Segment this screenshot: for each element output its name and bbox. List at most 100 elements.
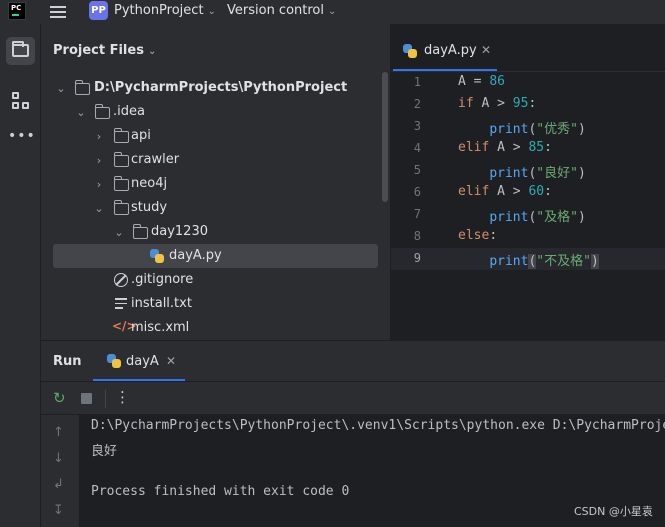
- tree-item-root[interactable]: ⌄ D:\PycharmProjects\PythonProject: [41, 76, 390, 100]
- vcs-selector[interactable]: Version control ⌄: [227, 3, 336, 18]
- tree-item-crawler[interactable]: › crawler: [41, 148, 390, 172]
- code-line: 6 elif A > 60:: [391, 182, 665, 204]
- tree-item-label: install.txt: [131, 296, 192, 311]
- structure-tool-button[interactable]: [6, 87, 35, 115]
- run-toolbar: ↻ ⋮: [41, 381, 665, 415]
- code-text: A = 86: [458, 74, 505, 89]
- project-panel-title[interactable]: Project Files ⌄: [53, 43, 156, 58]
- run-panel-title: Run: [53, 354, 82, 369]
- python-file-icon: [150, 249, 164, 263]
- code-line: 2 if A > 95:: [391, 94, 665, 116]
- code-line: 5 print("良好"): [391, 160, 665, 182]
- tree-item-label: day1230: [151, 224, 208, 239]
- python-file-icon: [403, 44, 417, 58]
- project-panel: Project Files ⌄ ⌄ D:\PycharmProjects\Pyth…: [41, 24, 391, 340]
- more-options-icon[interactable]: ⋮: [115, 388, 130, 406]
- code-line-current: 9 print("不及格"): [391, 248, 665, 270]
- folder-icon: [113, 128, 129, 143]
- code-text: elif A > 60:: [458, 184, 552, 199]
- close-icon[interactable]: ✕: [481, 43, 491, 57]
- close-icon[interactable]: ✕: [166, 354, 176, 368]
- folder-icon: [113, 152, 129, 167]
- code-line: 4 elif A > 85:: [391, 138, 665, 160]
- project-name: PythonProject: [114, 3, 204, 18]
- collapse-arrow-icon[interactable]: ›: [93, 178, 105, 191]
- pycharm-logo-icon[interactable]: PC: [8, 2, 26, 20]
- expand-arrow-icon[interactable]: ⌄: [75, 106, 87, 119]
- project-selector[interactable]: PythonProject ⌄: [114, 3, 216, 18]
- tree-item-neo4j[interactable]: › neo4j: [41, 172, 390, 196]
- tree-item-install-txt[interactable]: install.txt: [41, 292, 390, 316]
- toolbar-divider: [105, 390, 106, 408]
- expand-arrow-icon[interactable]: ⌄: [113, 226, 125, 239]
- python-file-icon: [107, 354, 121, 368]
- line-number: 6: [413, 185, 421, 199]
- line-number: 1: [413, 75, 421, 89]
- editor-tab-daya[interactable]: dayA.py ✕: [391, 24, 499, 72]
- console-line: Process finished with exit code 0: [91, 484, 350, 499]
- line-number: 5: [413, 163, 421, 177]
- folder-icon: [132, 224, 148, 239]
- code-line: 7 print("及格"): [391, 204, 665, 226]
- tree-item-label: dayA.py: [169, 248, 222, 263]
- ignore-file-icon: [114, 273, 128, 287]
- code-text: print("优秀"): [489, 122, 586, 137]
- scroll-up-icon[interactable]: ↑: [53, 425, 64, 440]
- project-tool-button[interactable]: [6, 37, 35, 65]
- stop-icon[interactable]: [81, 393, 92, 404]
- scroll-to-end-icon[interactable]: ↧: [53, 503, 64, 518]
- tree-item-day1230[interactable]: ⌄ day1230: [41, 220, 390, 244]
- tree-item-label: study: [131, 200, 168, 215]
- code-text: elif A > 85:: [458, 140, 552, 155]
- tree-item-api[interactable]: › api: [41, 124, 390, 148]
- collapse-arrow-icon[interactable]: ›: [93, 154, 105, 167]
- text-file-icon: [115, 298, 127, 312]
- tree-item-label: misc.xml: [131, 320, 190, 335]
- soft-wrap-icon[interactable]: ↲: [53, 477, 64, 492]
- run-tab-label: dayA: [126, 354, 159, 369]
- code-text: print("不及格"): [489, 254, 599, 269]
- folder-icon: [94, 104, 110, 119]
- tree-item-misc-xml[interactable]: </> misc.xml: [41, 316, 390, 340]
- more-tools-icon[interactable]: •••: [8, 128, 36, 144]
- tree-item-label: api: [131, 128, 151, 143]
- tree-item-label: neo4j: [131, 176, 168, 191]
- code-text: if A > 95:: [458, 96, 537, 111]
- code-line: 8 else:: [391, 226, 665, 248]
- expand-arrow-icon[interactable]: ⌄: [93, 202, 105, 215]
- code-area[interactable]: 1 A = 86 2 if A > 95: 3 print("优秀") 4 el…: [391, 72, 665, 340]
- editor-tab-label: dayA.py: [424, 43, 477, 58]
- active-tab-indicator: [393, 69, 497, 71]
- console-sidebar: ↑ ↓ ↲ ↧: [41, 415, 79, 527]
- console-line: D:\PycharmProjects\PythonProject\.venv1\…: [91, 418, 665, 433]
- project-scrollbar[interactable]: [382, 72, 388, 202]
- code-text: else:: [458, 228, 498, 243]
- tree-item-idea[interactable]: ⌄ .idea: [41, 100, 390, 124]
- code-text: print("良好"): [489, 166, 586, 181]
- console-line: 良好: [91, 444, 118, 459]
- code-line: 1 A = 86: [391, 72, 665, 94]
- line-number: 7: [413, 207, 421, 221]
- tree-item-label: D:\PycharmProjects\PythonProject: [94, 80, 348, 95]
- scroll-down-icon[interactable]: ↓: [53, 451, 64, 466]
- folder-icon: [74, 80, 90, 95]
- run-panel-header: Run dayA ✕: [41, 340, 665, 381]
- logo-text: PC: [11, 4, 22, 12]
- project-badge[interactable]: PP: [89, 1, 108, 20]
- main-menu-icon[interactable]: [50, 4, 68, 20]
- editor: dayA.py ✕ 1 A = 86 2 if A > 95: 3 print(…: [391, 24, 665, 340]
- expand-arrow-icon[interactable]: ⌄: [55, 82, 67, 95]
- collapse-arrow-icon[interactable]: ›: [93, 130, 105, 143]
- line-number: 4: [413, 141, 421, 155]
- run-tab-daya[interactable]: dayA ✕: [93, 341, 185, 382]
- folder-icon: [113, 200, 129, 215]
- code-line: 3 print("优秀"): [391, 116, 665, 138]
- line-number: 2: [413, 97, 421, 111]
- tree-item-gitignore[interactable]: .gitignore: [41, 268, 390, 292]
- tree-item-label: .idea: [113, 104, 145, 119]
- editor-tab-bar: dayA.py ✕: [391, 24, 665, 72]
- tree-item-study[interactable]: ⌄ study: [41, 196, 390, 220]
- tree-item-daya-py[interactable]: dayA.py: [53, 244, 378, 268]
- rerun-icon[interactable]: ↻: [53, 390, 69, 406]
- structure-icon: [12, 92, 19, 99]
